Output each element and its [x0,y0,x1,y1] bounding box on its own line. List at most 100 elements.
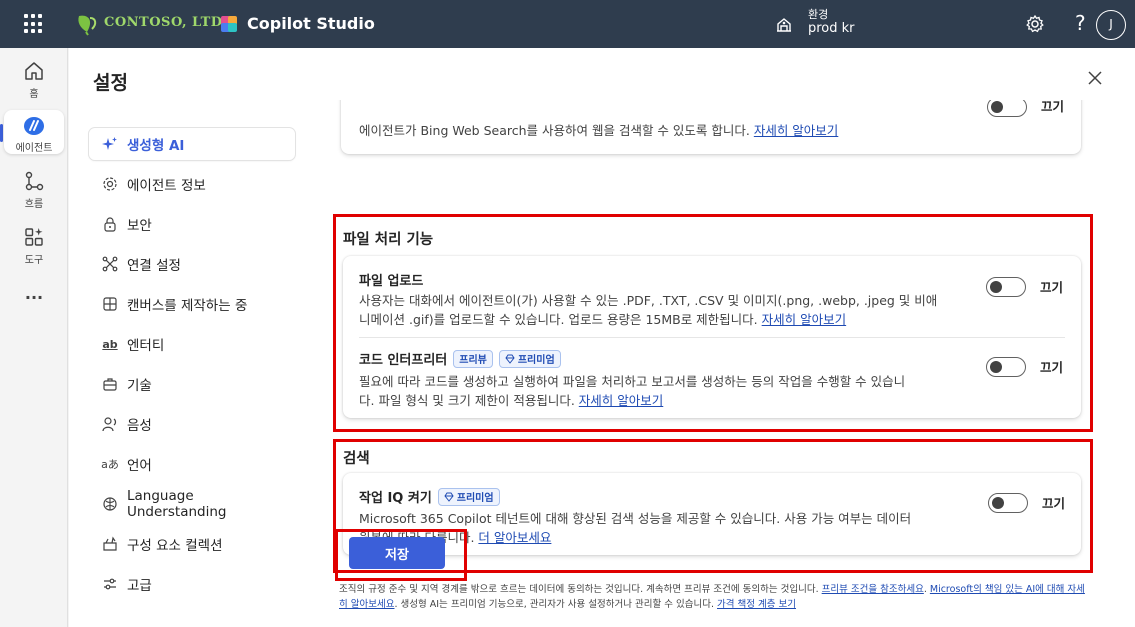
row-title-text: 코드 인터프리터 [359,353,448,368]
learn-more-link[interactable]: 자세히 알아보기 [579,393,663,408]
rail-active-indicator [0,124,3,142]
section-heading-file: 파일 처리 기능 [343,232,434,248]
nav-item-label: 생성형 AI [127,138,185,154]
footer-text: 생성형 AI는 프리미엄 기능으로, 관리자가 사용 설정하거나 관리할 수 있… [400,599,714,610]
rail-item-label: 에이전트 [15,143,53,154]
nav-item-label: 연결 설정 [127,258,181,274]
nav-canvas[interactable]: 캔버스를 제작하는 중 [89,288,295,320]
settings-gear-icon[interactable] [1025,14,1045,34]
desc-line: 사용자는 대화에서 에이전트이(가) 사용할 수 있는 .PDF, .TXT, … [359,293,938,308]
badge-text: 프리미엄 [456,493,494,504]
desc-text: 에이전트가 Bing Web Search를 사용하여 웹을 검색할 수 있도록… [359,123,750,138]
footer-text: 조직의 규정 준수 및 지역 경계를 밖으로 흐르는 데이터에 동의하는 것입니… [339,584,819,595]
nav-item-label: 캔버스를 제작하는 중 [127,298,248,314]
close-icon[interactable] [1085,68,1105,88]
code-interpreter-title: 코드 인터프리터 프리뷰 프리미엄 [359,349,561,368]
user-avatar[interactable]: J [1096,10,1126,40]
file-upload-toggle[interactable] [986,277,1026,297]
rail-item-label: 도구 [24,255,44,266]
nav-security[interactable]: 보안 [89,208,295,240]
row-title-text: 작업 IQ 켜기 [359,491,432,506]
nav-component-collections[interactable]: 구성 요소 컬렉션 [89,528,295,560]
sliders-icon [101,575,119,593]
copilot-studio-logo-icon [221,16,237,32]
desc-line: 다. 파일 형식 및 크기 제한이 적용됩니다. [359,393,575,408]
toggle-state-label: 끄기 [1040,280,1064,295]
learn-more-link[interactable]: 자세히 알아보기 [762,312,846,327]
app-title: Copilot Studio [247,14,375,33]
row-divider [359,337,1065,338]
lock-icon [101,215,119,233]
language-icon: aあ [101,458,119,471]
premium-badge: 프리미엄 [498,349,561,368]
nav-language-understanding[interactable]: Language Understanding [89,488,295,520]
brand-name: CONTOSO, LTD. [104,15,228,30]
nav-skills[interactable]: 기술 [89,368,295,400]
desc-line: 필요에 따라 코드를 생성하고 실행하여 파일을 처리하고 보고서를 생성하는 … [359,374,906,389]
pricing-tiers-link[interactable]: 가격 책정 계층 보기 [717,599,796,610]
help-icon[interactable]: ? [1075,11,1086,35]
environment-label: 환경 [808,8,829,21]
nav-item-label: 엔터티 [127,338,165,354]
nav-item-label: 에이전트 정보 [127,178,206,194]
settings-content: 끄기 에이전트가 Bing Web Search를 사용하여 웹을 검색할 수 … [333,100,1093,627]
app-launcher-icon[interactable] [24,14,44,34]
nav-item-label: 기술 [127,378,152,394]
settings-nav: 생성형 AI 에이전트 정보 보안 연결 설정 캔버스를 제작하는 중 ab 엔… [89,128,295,608]
brain-icon [101,495,119,513]
toggle-state-label: 끄기 [1040,360,1064,375]
code-interpreter-desc: 필요에 따라 코드를 생성하고 실행하여 파일을 처리하고 보고서를 생성하는 … [359,372,974,410]
entity-icon: ab [102,337,118,351]
work-iq-toggle[interactable] [988,493,1028,513]
contoso-logo-icon [78,15,97,36]
preview-terms-link[interactable]: 프리뷰 조건을 참조하세요 [822,584,924,595]
rail-item-flows[interactable]: 흐름 [4,170,64,210]
save-button[interactable]: 저장 [349,537,445,569]
learn-more-link[interactable]: 자세히 알아보기 [754,123,838,138]
code-interpreter-toggle[interactable] [986,357,1026,377]
sparkle-icon [101,135,119,153]
nav-voice[interactable]: 음성 [89,408,295,440]
nav-entities[interactable]: ab 엔터티 [89,328,295,360]
connection-icon [101,255,119,273]
gear-icon [101,175,119,193]
settings-panel: 설정 생성형 AI 에이전트 정보 보안 연결 설정 캔버스를 제작하는 중 a… [69,48,1135,627]
badge-text: 프리뷰 [459,355,487,366]
environment-value[interactable]: prod kr [808,21,855,36]
learn-more-link[interactable]: 더 알아보세요 [478,530,551,545]
nav-generative-ai[interactable]: 생성형 AI [89,128,295,160]
collection-icon [101,535,119,553]
page-title: 설정 [93,72,128,94]
rail-item-agents[interactable]: 에이전트 [4,110,64,154]
rail-item-label: 홈 [29,89,39,100]
premium-badge: 프리미엄 [437,487,500,506]
diamond-icon [505,354,515,364]
nav-advanced[interactable]: 고급 [89,568,295,600]
flow-icon [25,171,44,191]
desc-line: 니메이션 .gif)를 업로드할 수 있습니다. 업로드 용량은 15MB로 제… [359,312,758,327]
nav-agent-details[interactable]: 에이전트 정보 [89,168,295,200]
nav-connection-settings[interactable]: 연결 설정 [89,248,295,280]
section-heading-search: 검색 [343,451,370,467]
home-icon [25,62,43,80]
file-processing-card: 파일 업로드 끄기 사용자는 대화에서 에이전트이(가) 사용할 수 있는 .P… [343,256,1081,418]
environment-icon[interactable] [775,15,793,33]
web-search-toggle[interactable] [987,100,1027,117]
badge-text: 프리미엄 [517,355,555,366]
web-search-desc: 에이전트가 Bing Web Search를 사용하여 웹을 검색할 수 있도록… [359,121,838,140]
briefcase-icon [101,375,119,393]
nav-language[interactable]: aあ 언어 [89,448,295,480]
rail-item-tools[interactable]: 도구 [4,226,64,266]
nav-item-label: 음성 [127,418,152,434]
nav-item-label: 구성 요소 컬렉션 [127,538,223,554]
web-search-card: 끄기 에이전트가 Bing Web Search를 사용하여 웹을 검색할 수 … [341,100,1081,154]
work-iq-title: 작업 IQ 켜기 프리미엄 [359,487,500,506]
rail-item-home[interactable]: 홈 [4,58,64,100]
left-rail: 홈 에이전트 흐름 도구 ··· [0,48,68,627]
rail-more-button[interactable]: ··· [4,288,64,308]
nav-item-label: 고급 [127,578,152,594]
diamond-icon [444,492,454,502]
voice-icon [101,415,119,433]
desc-line: Microsoft 365 Copilot 테넌트에 대해 향상된 검색 성능을… [359,511,912,526]
tools-icon [25,228,43,246]
